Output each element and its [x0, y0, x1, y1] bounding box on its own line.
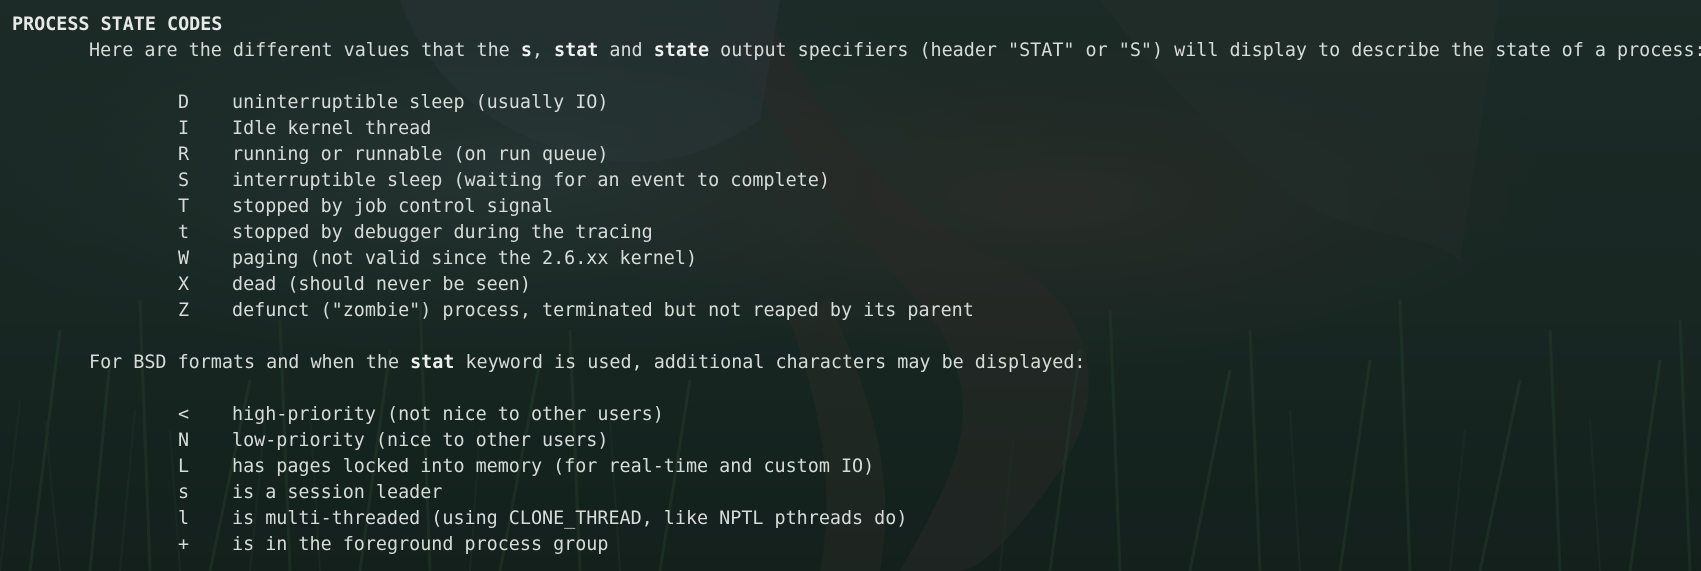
state-description: stopped by job control signal	[232, 196, 554, 217]
state-code-row: I Idle kernel thread	[12, 116, 1701, 142]
state-code-list: Duninterruptible sleep (usually IO) I Idl…	[12, 90, 1701, 324]
state-description: Idle kernel thread	[232, 118, 432, 139]
state-code-row: t stopped by debugger during the tracing	[12, 220, 1701, 246]
state-code-row: Sinterruptible sleep (waiting for an eve…	[12, 168, 1701, 194]
bsd-code-row: l is multi-threaded (using CLONE_THREAD, …	[12, 506, 1701, 532]
state-code-row: Xdead (should never be seen)	[12, 272, 1701, 298]
bsd-code-row: + is in the foreground process group	[12, 532, 1701, 558]
bsd-description: high-priority (not nice to other users)	[232, 404, 664, 425]
bsd-code: N	[178, 430, 190, 451]
state-description: dead (should never be seen)	[232, 274, 531, 295]
terminal-output: PROCESS STATE CODES Here are the differe…	[0, 0, 1701, 571]
bsd-code: +	[178, 534, 190, 555]
bsd-description: is multi-threaded (using CLONE_THREAD, l…	[232, 508, 908, 529]
bsd-description: is a session leader	[232, 482, 443, 503]
bsd-code-row: < high-priority (not nice to other users)	[12, 402, 1701, 428]
section-title: PROCESS STATE CODES	[12, 14, 223, 35]
state-code: I	[178, 118, 190, 139]
state-description: uninterruptible sleep (usually IO)	[232, 92, 609, 113]
state-specifier-intro: Here are the different values that the s…	[89, 40, 1701, 61]
bsd-code: s	[178, 482, 190, 503]
bsd-description: has pages locked into memory (for real-t…	[232, 456, 875, 477]
state-code-row: Duninterruptible sleep (usually IO)	[12, 90, 1701, 116]
state-description: interruptible sleep (waiting for an even…	[232, 170, 830, 191]
bsd-code-row: Nlow-priority (nice to other users)	[12, 428, 1701, 454]
bsd-description: low-priority (nice to other users)	[232, 430, 609, 451]
state-code-row: Tstopped by job control signal	[12, 194, 1701, 220]
bsd-code: <	[178, 404, 190, 425]
state-code: X	[178, 274, 190, 295]
bsd-code: L	[178, 456, 190, 477]
state-code: t	[178, 222, 190, 243]
state-code: W	[178, 248, 190, 269]
state-code: D	[178, 92, 190, 113]
state-code-row: Wpaging (not valid since the 2.6.xx kern…	[12, 246, 1701, 272]
bsd-code-row: Lhas pages locked into memory (for real-…	[12, 454, 1701, 480]
state-code: Z	[178, 300, 190, 321]
state-description: defunct ("zombie") process, terminated b…	[232, 300, 974, 321]
bsd-format-intro: For BSD formats and when the stat keywor…	[89, 352, 1086, 373]
bsd-code-list: < high-priority (not nice to other users)…	[12, 402, 1701, 558]
bsd-code-row: s is a session leader	[12, 480, 1701, 506]
state-code: S	[178, 170, 190, 191]
state-code: T	[178, 196, 190, 217]
bsd-description: is in the foreground process group	[232, 534, 609, 555]
bsd-code: l	[178, 508, 190, 529]
state-description: running or runnable (on run queue)	[232, 144, 609, 165]
state-description: paging (not valid since the 2.6.xx kerne…	[232, 248, 698, 269]
state-code: R	[178, 144, 190, 165]
state-code-row: Rrunning or runnable (on run queue)	[12, 142, 1701, 168]
state-description: stopped by debugger during the tracing	[232, 222, 653, 243]
state-code-row: Zdefunct ("zombie") process, terminated …	[12, 298, 1701, 324]
